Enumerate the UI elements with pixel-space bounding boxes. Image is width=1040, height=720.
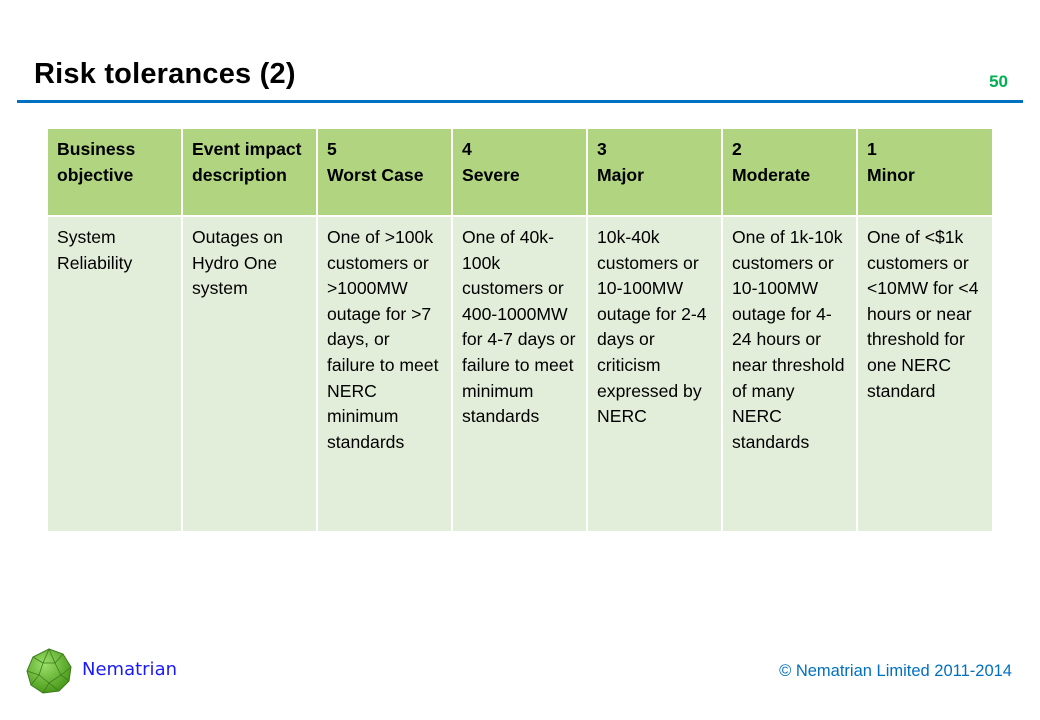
table-header-row: Business objective Event impact descript… <box>46 127 994 217</box>
risk-tolerance-table: Business objective Event impact descript… <box>46 127 994 533</box>
table-row: System Reliability Outages on Hydro One … <box>46 215 994 533</box>
header-event-impact: Event impact description <box>181 127 318 217</box>
header-text: 1 Minor <box>867 139 915 185</box>
cell-event-impact: Outages on Hydro One system <box>181 215 318 533</box>
cell-level-1: One of <$1k customers or <10MW for <4 ho… <box>856 215 994 533</box>
brand-name: Nematrian <box>82 659 178 680</box>
header-business-objective: Business objective <box>46 127 183 217</box>
header-text: 4 Severe <box>462 139 520 185</box>
cell-level-5: One of >100k customers or >1000MW outage… <box>316 215 453 533</box>
header-text: 5 Worst Case <box>327 139 424 185</box>
header-text: 3 Major <box>597 139 644 185</box>
copyright-notice: © Nematrian Limited 2011-2014 <box>779 662 1012 680</box>
header-text: Business objective <box>57 139 136 185</box>
header-text: 2 Moderate <box>732 139 811 185</box>
header-level-3: 3 Major <box>586 127 723 217</box>
slide-title: Risk tolerances (2) <box>34 58 296 90</box>
header-level-4: 4 Severe <box>451 127 588 217</box>
cell-level-3: 10k-40k customers or 10-100MW outage for… <box>586 215 723 533</box>
cell-level-4: One of 40k-100k customers or 400-1000MW … <box>451 215 588 533</box>
header-level-5: 5 Worst Case <box>316 127 453 217</box>
header-level-2: 2 Moderate <box>721 127 858 217</box>
cell-level-2: One of 1k-10k customers or 10-100MW outa… <box>721 215 858 533</box>
header-text: Event impact description <box>192 139 302 185</box>
title-divider <box>17 100 1023 103</box>
green-polyhedron-icon <box>26 647 72 694</box>
header-level-1: 1 Minor <box>856 127 994 217</box>
cell-business-objective: System Reliability <box>46 215 183 533</box>
page-number: 50 <box>989 72 1008 91</box>
